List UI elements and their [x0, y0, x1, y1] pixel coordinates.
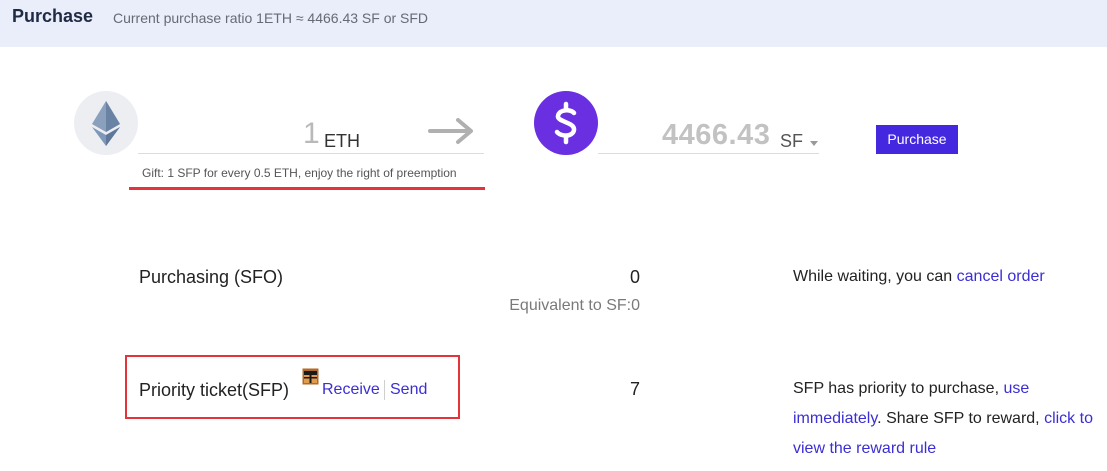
- ethereum-icon: [74, 91, 138, 155]
- gift-note-underline: [129, 187, 485, 190]
- gift-icon: [302, 368, 319, 385]
- dollar-sign-icon: [534, 91, 598, 155]
- priority-note: SFP has priority to purchase, use immedi…: [793, 374, 1098, 464]
- priority-note-text-2: . Share SFP to reward,: [877, 410, 1045, 427]
- purchasing-label: Purchasing (SFO): [139, 267, 284, 287]
- purchasing-note-text: While waiting, you can: [793, 268, 957, 285]
- eth-amount-input[interactable]: 1: [303, 117, 320, 151]
- cancel-order-link[interactable]: cancel order: [957, 268, 1045, 285]
- priority-note-text-1: SFP has priority to purchase,: [793, 380, 1004, 397]
- eth-unit-label: ETH: [324, 131, 360, 151]
- receive-link[interactable]: Receive: [322, 381, 380, 399]
- purchasing-note: While waiting, you can cancel order: [793, 262, 1093, 292]
- priority-label: Priority ticket(SFP): [139, 380, 290, 400]
- purchasing-value: 0: [629, 267, 640, 287]
- chevron-down-icon[interactable]: [810, 141, 818, 146]
- arrow-right-icon: [428, 116, 476, 146]
- link-separator: [384, 380, 385, 400]
- sf-unit-select[interactable]: SF: [780, 131, 803, 152]
- page-header: Purchase Current purchase ratio 1ETH ≈ 4…: [0, 0, 1107, 47]
- purchase-button[interactable]: Purchase: [876, 125, 958, 154]
- sf-amount-value: 4466.43: [662, 119, 771, 151]
- gift-note: Gift: 1 SFP for every 0.5 ETH, enjoy the…: [142, 166, 457, 180]
- priority-value: 7: [629, 379, 640, 399]
- page-title: Purchase: [12, 6, 94, 26]
- purchasing-equivalent: Equivalent to SF:0: [509, 297, 640, 314]
- send-link[interactable]: Send: [390, 381, 427, 399]
- purchase-ratio-text: Current purchase ratio 1ETH ≈ 4466.43 SF…: [113, 10, 429, 26]
